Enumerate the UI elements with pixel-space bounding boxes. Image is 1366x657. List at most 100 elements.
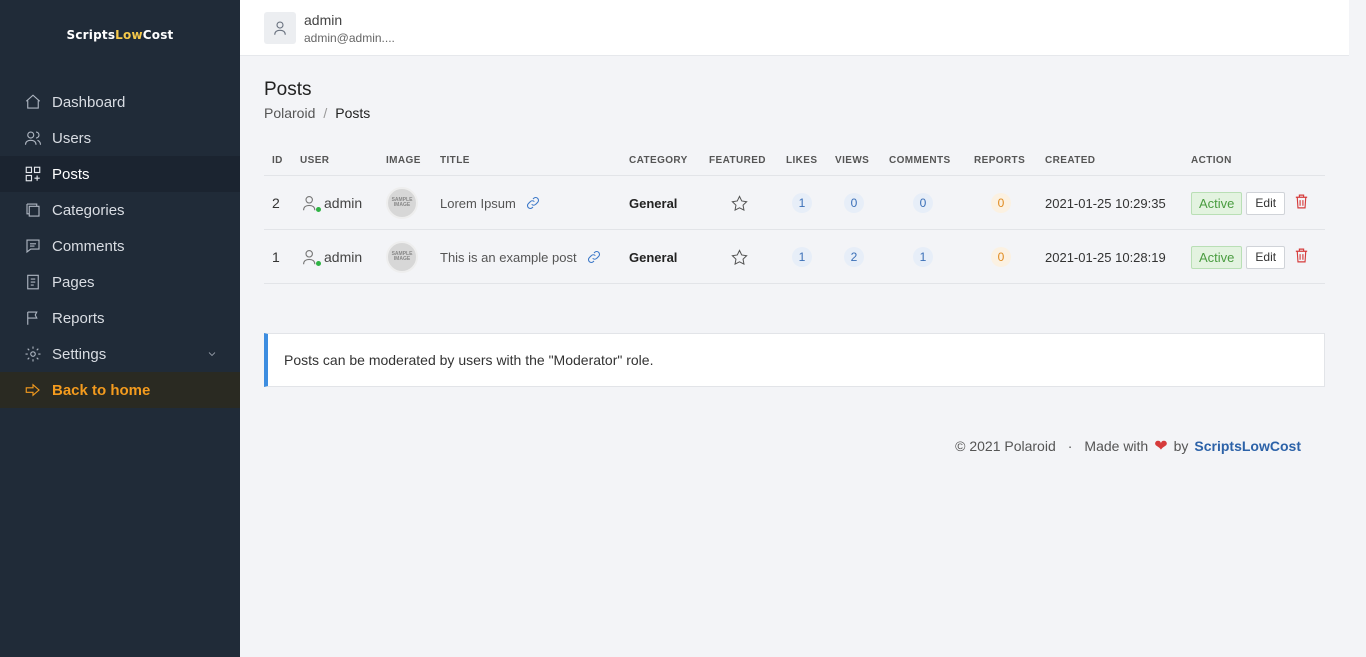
- header-created[interactable]: CREATED: [1045, 155, 1095, 166]
- edit-button[interactable]: Edit: [1246, 245, 1286, 269]
- link-icon[interactable]: [586, 249, 602, 265]
- breadcrumb-separator: /: [323, 105, 328, 121]
- link-icon[interactable]: [525, 195, 541, 211]
- post-actions: Active Edit: [1191, 176, 1310, 230]
- views-badge: 2: [844, 247, 864, 267]
- footer: © 2021 Polaroid · Made with ❤ by Scripts…: [955, 436, 1301, 456]
- likes-badge: 1: [792, 247, 812, 267]
- post-id: 1: [272, 249, 280, 265]
- heart-icon: ❤: [1154, 438, 1168, 455]
- header-featured[interactable]: FEATURED: [709, 155, 766, 166]
- sidebar-item-categories[interactable]: Categories: [0, 192, 240, 228]
- reports-badge: 0: [991, 193, 1011, 213]
- sidebar-item-label: Pages: [52, 273, 95, 291]
- document-icon: [27, 274, 39, 290]
- header-likes[interactable]: LIKES: [786, 155, 817, 166]
- users-icon: [24, 131, 42, 145]
- active-toggle-button[interactable]: Active: [1191, 245, 1243, 269]
- header-user[interactable]: USER: [300, 155, 329, 166]
- table-row: 2 admin SAMPLE IMAGE Lorem Ipsum General…: [264, 176, 1325, 230]
- top-bar: admin admin@admin....: [240, 0, 1349, 56]
- sidebar-item-users[interactable]: Users: [0, 120, 240, 156]
- online-status-dot: [316, 261, 321, 266]
- header-id[interactable]: ID: [272, 155, 283, 166]
- header-comments[interactable]: COMMENTS: [889, 155, 951, 166]
- posts-table: ID USER IMAGE TITLE CATEGORY FEATURED LI…: [264, 146, 1325, 284]
- views-badge: 0: [844, 193, 864, 213]
- header-views[interactable]: VIEWS: [835, 155, 869, 166]
- comments-count[interactable]: 1: [913, 230, 933, 284]
- post-title: This is an example post: [440, 230, 602, 284]
- breadcrumb: Polaroid / Posts: [264, 105, 370, 121]
- likes-count: 1: [792, 230, 812, 284]
- delete-button[interactable]: [1285, 193, 1310, 213]
- delete-button[interactable]: [1285, 247, 1310, 267]
- active-toggle-button[interactable]: Active: [1191, 191, 1243, 215]
- breadcrumb-root[interactable]: Polaroid: [264, 105, 315, 121]
- post-title: Lorem Ipsum: [440, 176, 541, 230]
- arrow-right-icon: [25, 383, 40, 397]
- user-name[interactable]: admin: [304, 12, 342, 28]
- sidebar-item-dashboard[interactable]: Dashboard: [0, 84, 240, 120]
- online-status-dot: [316, 207, 321, 212]
- views-count: 2: [844, 230, 864, 284]
- header-category[interactable]: CATEGORY: [629, 155, 688, 166]
- views-count: 0: [844, 176, 864, 230]
- edit-button[interactable]: Edit: [1246, 191, 1286, 215]
- sidebar-item-label: Comments: [52, 237, 125, 255]
- sample-image-thumbnail: SAMPLE IMAGE: [386, 241, 418, 273]
- sample-image-thumbnail: SAMPLE IMAGE: [386, 187, 418, 219]
- header-reports[interactable]: REPORTS: [974, 155, 1025, 166]
- featured-toggle[interactable]: [730, 176, 749, 230]
- table-header: ID USER IMAGE TITLE CATEGORY FEATURED LI…: [264, 146, 1325, 176]
- back-to-home-label: Back to home: [52, 381, 151, 399]
- footer-credit-link[interactable]: ScriptsLowCost: [1194, 438, 1301, 454]
- comments-count[interactable]: 0: [913, 176, 933, 230]
- post-user[interactable]: admin: [302, 176, 362, 230]
- info-notice: Posts can be moderated by users with the…: [264, 333, 1325, 387]
- footer-separator: ·: [1067, 438, 1073, 454]
- folders-icon: [26, 203, 40, 217]
- home-icon: [25, 94, 41, 109]
- post-created: 2021-01-25 10:29:35: [1045, 195, 1166, 211]
- post-actions: Active Edit: [1191, 230, 1310, 284]
- page-title: Posts: [264, 79, 312, 100]
- likes-count: 1: [792, 176, 812, 230]
- post-user-name: admin: [324, 195, 363, 211]
- back-to-home-link[interactable]: Back to home: [0, 372, 240, 408]
- flag-icon: [27, 311, 38, 325]
- featured-toggle[interactable]: [730, 230, 749, 284]
- sidebar-item-label: Users: [52, 129, 92, 147]
- sidebar-item-settings[interactable]: Settings: [0, 336, 240, 372]
- post-title-text: Lorem Ipsum: [440, 195, 516, 211]
- sidebar-item-label: Dashboard: [52, 93, 126, 111]
- comments-badge: 0: [913, 193, 933, 213]
- sidebar-item-label: Settings: [52, 345, 107, 363]
- reports-count[interactable]: 0: [991, 176, 1011, 230]
- post-image[interactable]: SAMPLE IMAGE: [386, 176, 418, 230]
- star-icon: [731, 248, 748, 265]
- header-action: ACTION: [1191, 155, 1232, 166]
- post-title-text: This is an example post: [440, 249, 577, 265]
- sidebar-item-label: Categories: [52, 201, 125, 219]
- avatar[interactable]: [264, 12, 296, 44]
- header-title[interactable]: TITLE: [440, 155, 470, 166]
- brand-logo[interactable]: ScriptsLowCost: [0, 28, 240, 42]
- post-category: General: [629, 195, 678, 211]
- trash-icon: [1295, 194, 1308, 209]
- trash-icon: [1295, 248, 1308, 263]
- sidebar-item-reports[interactable]: Reports: [0, 300, 240, 336]
- sidebar-item-pages[interactable]: Pages: [0, 264, 240, 300]
- sidebar-item-posts[interactable]: Posts: [0, 156, 240, 192]
- grid-icon: [25, 166, 41, 182]
- post-category: General: [629, 249, 678, 265]
- sidebar-item-comments[interactable]: Comments: [0, 228, 240, 264]
- scrollbar-track: [1349, 0, 1366, 657]
- likes-badge: 1: [792, 193, 812, 213]
- post-user[interactable]: admin: [302, 230, 362, 284]
- sidebar-item-label: Posts: [52, 165, 90, 183]
- breadcrumb-current: Posts: [335, 105, 371, 121]
- reports-count[interactable]: 0: [991, 230, 1011, 284]
- post-image[interactable]: SAMPLE IMAGE: [386, 230, 418, 284]
- header-image: IMAGE: [386, 155, 421, 166]
